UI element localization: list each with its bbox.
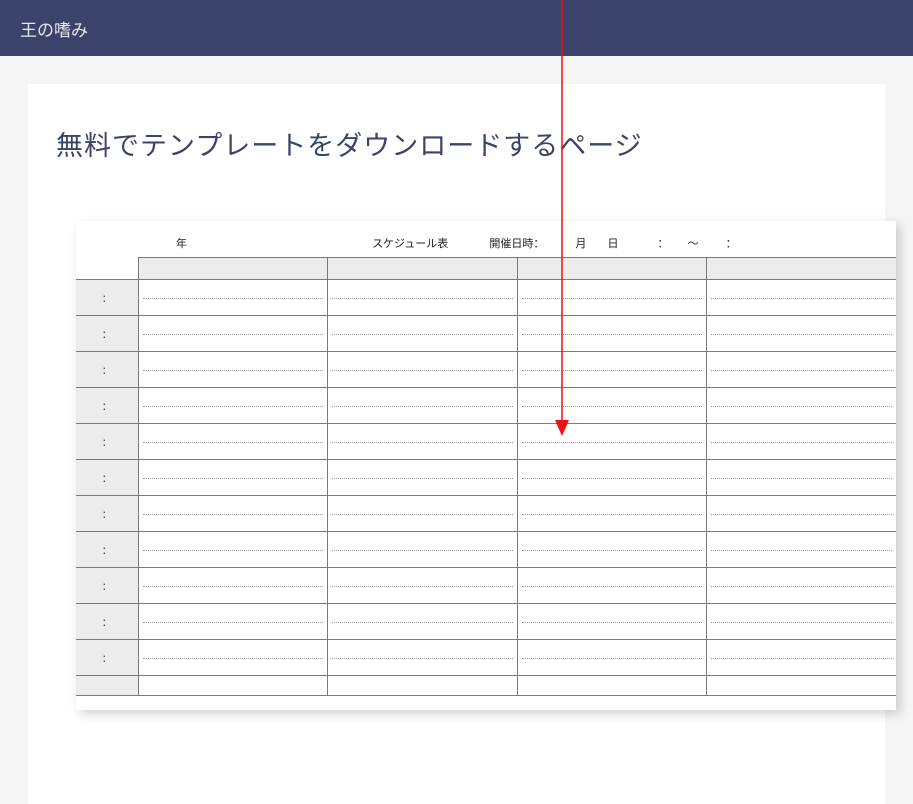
schedule-cell xyxy=(707,532,897,568)
time-cell: ： xyxy=(76,424,138,460)
table-row: ： xyxy=(76,532,896,568)
table-row: ： xyxy=(76,280,896,316)
meta-tilde: ～ xyxy=(688,235,699,251)
time-cell: ： xyxy=(76,316,138,352)
time-cell: ： xyxy=(76,568,138,604)
schedule-cell xyxy=(138,532,328,568)
schedule-cell xyxy=(517,676,707,696)
time-cell: ： xyxy=(76,532,138,568)
schedule-cell xyxy=(707,568,897,604)
time-cell: ： xyxy=(76,352,138,388)
schedule-cell xyxy=(328,280,518,316)
meta-held-label: 開催日時： xyxy=(489,235,544,251)
site-header: 王の嗜み xyxy=(0,0,913,56)
schedule-cell xyxy=(707,316,897,352)
schedule-cell xyxy=(517,280,707,316)
table-row: ： xyxy=(76,424,896,460)
meta-sheet-title: スケジュール表 xyxy=(372,235,448,251)
schedule-cell xyxy=(517,604,707,640)
schedule-cell xyxy=(138,316,328,352)
meta-colon-1: ： xyxy=(658,235,669,251)
schedule-cell xyxy=(328,604,518,640)
schedule-cell xyxy=(328,460,518,496)
schedule-cell xyxy=(517,532,707,568)
meta-month-label: 月 xyxy=(575,235,586,251)
time-cell: ： xyxy=(76,604,138,640)
schedule-cell xyxy=(138,676,328,696)
schedule-cell xyxy=(328,424,518,460)
meta-colon-2: ： xyxy=(726,235,737,251)
schedule-sheet: 年 スケジュール表 開催日時： 月 日 ： ～ ： xyxy=(76,221,896,710)
schedule-cell xyxy=(138,604,328,640)
column-header xyxy=(328,258,518,280)
table-row: ： xyxy=(76,316,896,352)
schedule-cell xyxy=(707,640,897,676)
schedule-cell xyxy=(707,460,897,496)
time-cell xyxy=(76,676,138,696)
column-header xyxy=(517,258,707,280)
schedule-cell xyxy=(517,640,707,676)
schedule-cell xyxy=(707,496,897,532)
schedule-cell xyxy=(517,388,707,424)
schedule-cell xyxy=(328,640,518,676)
schedule-cell xyxy=(328,532,518,568)
schedule-cell xyxy=(138,352,328,388)
table-footer-row xyxy=(76,676,896,696)
schedule-cell xyxy=(138,424,328,460)
schedule-cell xyxy=(138,640,328,676)
table-row: ： xyxy=(76,460,896,496)
time-cell: ： xyxy=(76,496,138,532)
time-cell: ： xyxy=(76,640,138,676)
schedule-cell xyxy=(707,424,897,460)
site-title: 王の嗜み xyxy=(20,16,88,41)
schedule-cell xyxy=(138,496,328,532)
time-cell: ： xyxy=(76,388,138,424)
time-cell: ： xyxy=(76,280,138,316)
column-header xyxy=(138,258,328,280)
page-card: 無料でテンプレートをダウンロードするページ 年 スケジュール表 開催日時： 月 … xyxy=(28,84,885,804)
schedule-table: ： ： ： xyxy=(76,257,896,696)
column-header xyxy=(707,258,897,280)
schedule-cell xyxy=(707,352,897,388)
schedule-cell xyxy=(517,568,707,604)
table-row: ： xyxy=(76,604,896,640)
table-row: ： xyxy=(76,640,896,676)
schedule-cell xyxy=(138,460,328,496)
schedule-cell xyxy=(517,496,707,532)
table-row: ： xyxy=(76,496,896,532)
schedule-cell xyxy=(328,388,518,424)
schedule-cell xyxy=(328,316,518,352)
schedule-cell xyxy=(707,604,897,640)
schedule-cell xyxy=(517,460,707,496)
schedule-cell xyxy=(517,424,707,460)
schedule-cell xyxy=(517,316,707,352)
schedule-cell xyxy=(138,388,328,424)
table-row: ： xyxy=(76,568,896,604)
table-header-row xyxy=(76,258,896,280)
schedule-cell xyxy=(328,676,518,696)
schedule-cell xyxy=(707,676,897,696)
page-title: 無料でテンプレートをダウンロードするページ xyxy=(28,124,885,173)
time-column-header xyxy=(76,258,138,280)
time-cell: ： xyxy=(76,460,138,496)
table-row: ： xyxy=(76,352,896,388)
sheet-meta-line: 年 スケジュール表 開催日時： 月 日 ： ～ ： xyxy=(76,235,896,257)
table-row: ： xyxy=(76,388,896,424)
schedule-cell xyxy=(707,388,897,424)
schedule-cell xyxy=(517,352,707,388)
schedule-cell xyxy=(138,568,328,604)
schedule-cell xyxy=(138,280,328,316)
schedule-cell xyxy=(328,496,518,532)
schedule-cell xyxy=(328,568,518,604)
meta-year-label: 年 xyxy=(176,235,187,251)
schedule-cell xyxy=(707,280,897,316)
schedule-cell xyxy=(328,352,518,388)
meta-day-label: 日 xyxy=(607,235,618,251)
